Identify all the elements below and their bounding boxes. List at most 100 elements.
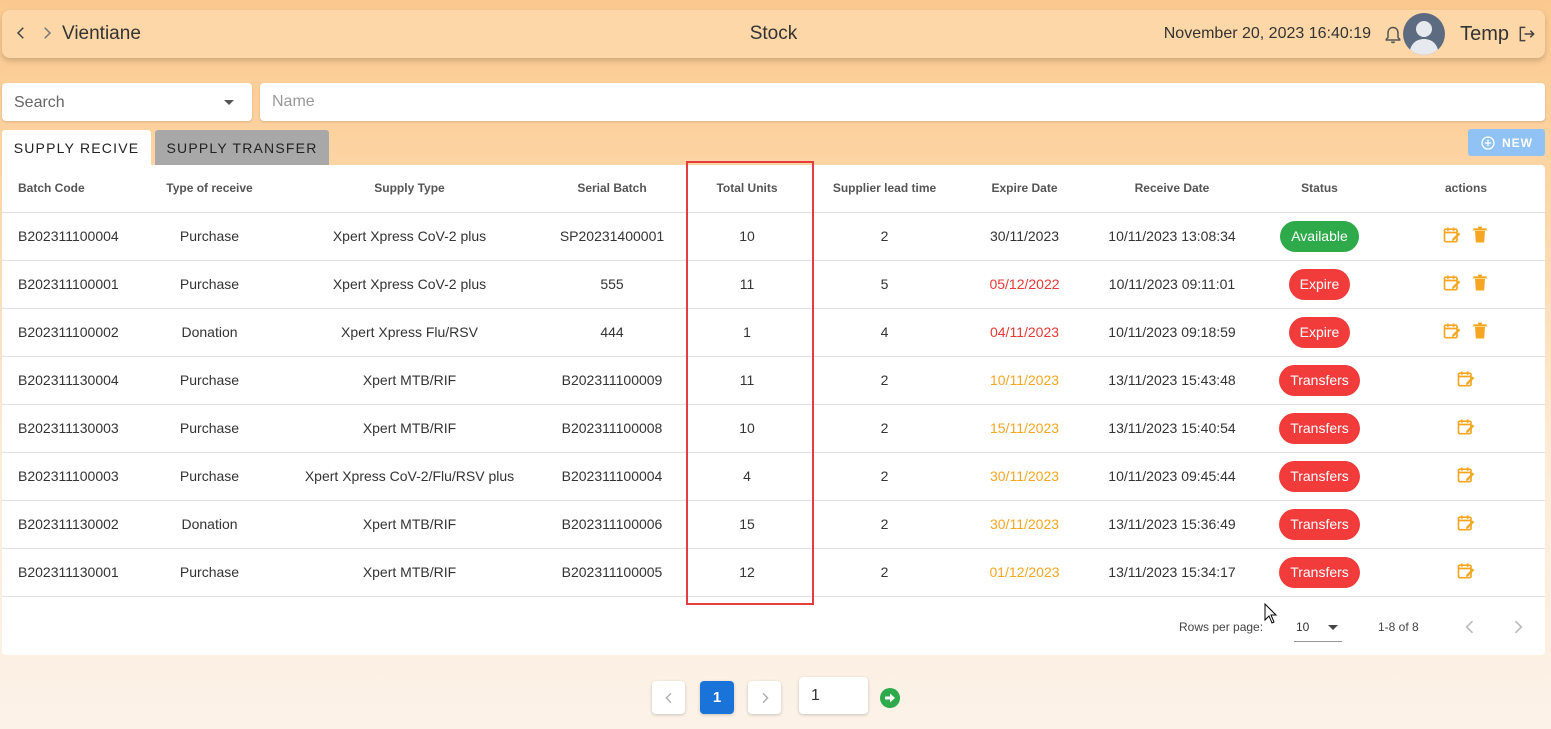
trash-icon[interactable] (1470, 273, 1490, 296)
bell-icon[interactable] (1383, 24, 1403, 46)
table-row[interactable]: B202311100003 Purchase Xpert Xpress CoV-2/… (2, 452, 1545, 501)
cell-supplier-lead-time: 2 (812, 212, 957, 261)
col-header-batch-code[interactable]: Batch Code (2, 165, 142, 213)
cell-actions (1387, 212, 1545, 261)
prev-page-button[interactable] (652, 681, 685, 714)
cell-receive-date: 10/11/2023 09:11:01 (1092, 260, 1252, 309)
cell-serial-batch: 555 (542, 260, 682, 309)
cell-type-of-receive: Purchase (142, 260, 277, 309)
cell-supplier-lead-time: 2 (812, 452, 957, 501)
page-number-input[interactable] (799, 677, 868, 714)
col-header-serial-batch[interactable]: Serial Batch (542, 165, 682, 213)
status-badge: Expire (1288, 316, 1351, 348)
table-next-page-icon[interactable] (1508, 617, 1528, 637)
cell-supply-type: Xpert Xpress Flu/RSV (277, 308, 542, 357)
cell-status: Transfers (1252, 404, 1387, 453)
stock-table-card: Batch Code Type of receive Supply Type S… (2, 165, 1545, 655)
table-row[interactable]: B202311130004 Purchase Xpert MTB/RIF B20231… (2, 356, 1545, 405)
cell-serial-batch: B202311100004 (542, 452, 682, 501)
edit-calendar-icon[interactable] (1456, 513, 1476, 536)
cell-receive-date: 13/11/2023 15:34:17 (1092, 548, 1252, 597)
table-row[interactable]: B202311130002 Donation Xpert MTB/RIF B20231… (2, 500, 1545, 549)
status-badge: Transfers (1279, 364, 1360, 396)
status-badge: Transfers (1279, 460, 1360, 492)
logout-icon[interactable] (1517, 24, 1537, 44)
table-prev-page-icon[interactable] (1460, 617, 1480, 637)
name-search-input[interactable] (260, 83, 1545, 121)
table-row[interactable]: B202311130001 Purchase Xpert MTB/RIF B20231… (2, 548, 1545, 597)
cell-type-of-receive: Donation (142, 308, 277, 357)
cell-total-units: 1 (682, 308, 812, 357)
edit-calendar-icon[interactable] (1456, 561, 1476, 584)
cell-supplier-lead-time: 2 (812, 356, 957, 405)
tab-supply-receive[interactable]: SUPPLY RECIVE (2, 130, 151, 166)
location-name: Vientiane (62, 23, 141, 44)
cell-batch-code: B202311100001 (2, 260, 142, 309)
table-row[interactable]: B202311130003 Purchase Xpert MTB/RIF B20231… (2, 404, 1545, 453)
status-badge: Expire (1288, 268, 1351, 300)
cell-status: Transfers (1252, 356, 1387, 405)
new-button-label: NEW (1502, 135, 1533, 150)
cell-type-of-receive: Purchase (142, 452, 277, 501)
cell-status: Transfers (1252, 548, 1387, 597)
next-page-button[interactable] (748, 681, 781, 714)
edit-calendar-icon[interactable] (1456, 465, 1476, 488)
table-row[interactable]: B202311100004 Purchase Xpert Xpress CoV-2 … (2, 212, 1545, 261)
edit-calendar-icon[interactable] (1456, 369, 1476, 392)
tab-supply-transfer[interactable]: SUPPLY TRANSFER (155, 130, 329, 166)
trash-icon[interactable] (1470, 321, 1490, 344)
cell-supply-type: Xpert MTB/RIF (277, 404, 542, 453)
col-header-expire-date[interactable]: Expire Date (957, 165, 1092, 213)
edit-calendar-icon[interactable] (1442, 321, 1462, 344)
go-arrow-icon[interactable] (880, 688, 900, 708)
cell-supply-type: Xpert MTB/RIF (277, 548, 542, 597)
current-page-button[interactable]: 1 (700, 681, 734, 714)
caret-down-icon (224, 100, 234, 105)
cell-actions (1387, 356, 1545, 405)
cell-status: Transfers (1252, 500, 1387, 549)
new-button[interactable]: NEW (1468, 129, 1545, 156)
cell-supplier-lead-time: 2 (812, 500, 957, 549)
cell-total-units: 11 (682, 260, 812, 309)
cell-serial-batch: B202311100008 (542, 404, 682, 453)
edit-calendar-icon[interactable] (1442, 273, 1462, 296)
col-header-status[interactable]: Status (1252, 165, 1387, 213)
back-chevron-icon[interactable] (12, 24, 30, 42)
cell-expire-date: 05/12/2022 (957, 260, 1092, 309)
table-header-row: Batch Code Type of receive Supply Type S… (2, 165, 1545, 213)
cell-expire-date: 15/11/2023 (957, 404, 1092, 453)
cell-total-units: 15 (682, 500, 812, 549)
cell-total-units: 4 (682, 452, 812, 501)
cell-actions (1387, 548, 1545, 597)
search-select[interactable]: Search (2, 83, 252, 121)
cell-supply-type: Xpert MTB/RIF (277, 500, 542, 549)
cell-expire-date: 30/11/2023 (957, 452, 1092, 501)
cell-receive-date: 13/11/2023 15:36:49 (1092, 500, 1252, 549)
edit-calendar-icon[interactable] (1442, 225, 1462, 248)
col-header-receive-date[interactable]: Receive Date (1092, 165, 1252, 213)
mouse-cursor-icon (1264, 602, 1278, 625)
rows-per-page-select[interactable]: 10 (1294, 614, 1342, 642)
search-select-label: Search (14, 94, 65, 111)
cell-batch-code: B202311100004 (2, 212, 142, 261)
col-header-type-of-receive[interactable]: Type of receive (142, 165, 277, 213)
cell-batch-code: B202311100002 (2, 308, 142, 357)
table-row[interactable]: B202311100002 Donation Xpert Xpress Flu/RS… (2, 308, 1545, 357)
table-row[interactable]: B202311100001 Purchase Xpert Xpress CoV-2 … (2, 260, 1545, 309)
cell-supplier-lead-time: 5 (812, 260, 957, 309)
username: Temp (1460, 23, 1509, 45)
cell-serial-batch: 444 (542, 308, 682, 357)
col-header-total-units[interactable]: Total Units (682, 165, 812, 213)
col-header-actions: actions (1387, 165, 1545, 213)
cell-status: Available (1252, 212, 1387, 261)
trash-icon[interactable] (1470, 225, 1490, 248)
forward-chevron-icon[interactable] (38, 24, 56, 42)
cell-supplier-lead-time: 2 (812, 404, 957, 453)
col-header-supplier-lead-time[interactable]: Supplier lead time (812, 165, 957, 213)
add-circle-icon (1481, 135, 1495, 150)
avatar[interactable] (1403, 13, 1445, 55)
edit-calendar-icon[interactable] (1456, 417, 1476, 440)
cell-batch-code: B202311130001 (2, 548, 142, 597)
col-header-supply-type[interactable]: Supply Type (277, 165, 542, 213)
cell-receive-date: 10/11/2023 09:18:59 (1092, 308, 1252, 357)
